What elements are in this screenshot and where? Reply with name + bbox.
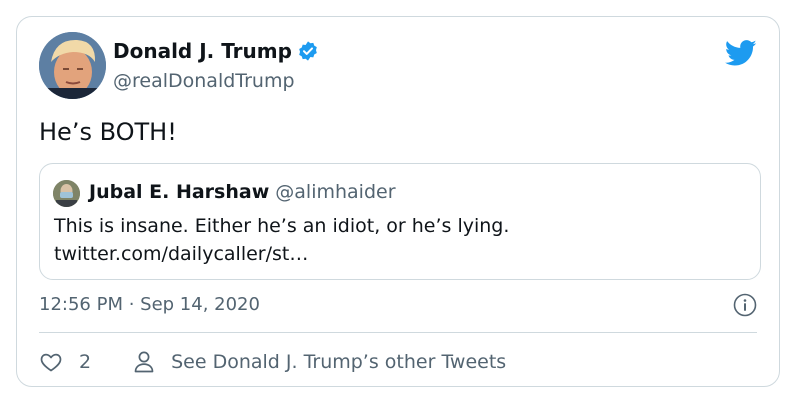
author-name[interactable]: Donald J. Trump <box>113 39 292 63</box>
person-icon <box>134 351 154 373</box>
author-handle[interactable]: @realDonaldTrump <box>113 69 295 93</box>
tweet-actions: 2 See Donald J. Trump’s other Tweets <box>39 348 506 376</box>
quoted-author-name[interactable]: Jubal E. Harshaw <box>89 181 269 203</box>
other-tweets-label: See Donald J. Trump’s other Tweets <box>171 351 507 373</box>
tweet-timestamp[interactable]: 12:56 PM · Sep 14, 2020 <box>39 293 260 317</box>
divider <box>39 332 757 333</box>
author-name-row[interactable]: Donald J. Trump <box>113 39 319 63</box>
tweet-text: He’s BOTH! <box>39 118 177 146</box>
quoted-tweet-link[interactable]: twitter.com/dailycaller/st… <box>54 240 509 268</box>
quoted-tweet[interactable]: Jubal E. Harshaw @alimhaider This is insa… <box>39 163 761 280</box>
heart-icon <box>40 353 62 372</box>
twitter-bird-icon[interactable] <box>725 37 757 69</box>
verified-badge-icon <box>299 41 317 61</box>
info-icon[interactable] <box>733 293 757 317</box>
like-count: 2 <box>79 351 92 373</box>
quoted-author-handle[interactable]: @alimhaider <box>275 181 395 203</box>
quoted-tweet-line1: This is insane. Either he’s an idiot, or… <box>54 215 510 237</box>
like-button[interactable]: 2 <box>39 350 91 374</box>
embedded-tweet-card[interactable]: Donald J. Trump @realDonaldTrump He’s BO… <box>16 16 780 387</box>
other-tweets-link[interactable]: See Donald J. Trump’s other Tweets <box>133 350 506 374</box>
quoted-tweet-text: This is insane. Either he’s an idiot, or… <box>54 212 509 268</box>
quoted-author-row[interactable]: Jubal E. Harshaw @alimhaider <box>89 179 396 205</box>
quoted-author-avatar[interactable] <box>53 180 80 207</box>
author-avatar[interactable] <box>39 32 106 99</box>
